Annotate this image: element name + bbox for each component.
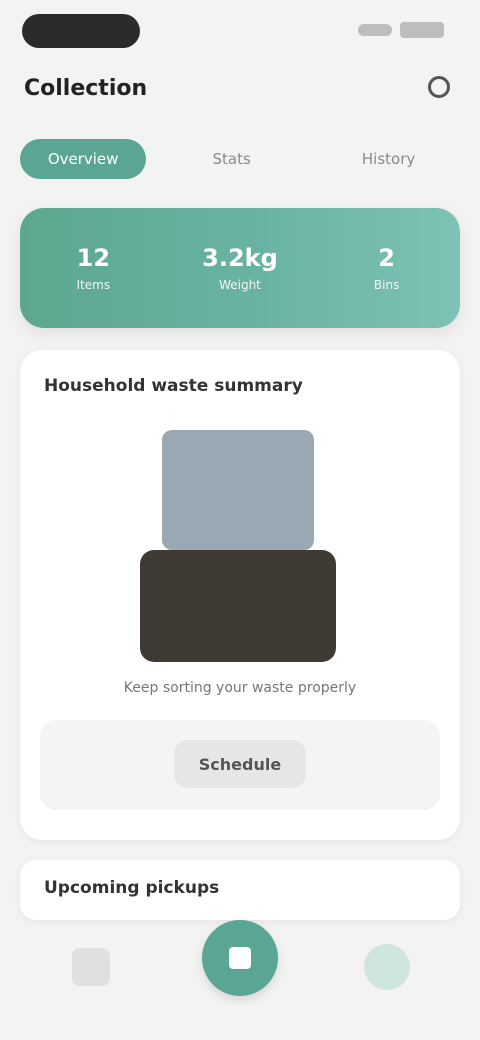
bottom-navigation	[0, 920, 480, 1040]
page-title: Collection	[24, 76, 148, 101]
stat-value: 3.2kg	[202, 244, 278, 272]
stat-items: 12 Items	[33, 244, 153, 292]
tab-stats[interactable]: Stats	[160, 139, 303, 179]
trash-bin-illustration	[140, 430, 336, 662]
add-icon	[229, 947, 251, 969]
caption: Keep sorting your waste properly	[123, 680, 357, 696]
trash-lid	[162, 430, 314, 550]
status-icons	[358, 22, 444, 38]
content-card: Household waste summary Keep sorting you…	[20, 350, 460, 840]
camera-pill	[22, 14, 140, 48]
section-title: Upcoming pickups	[44, 878, 220, 898]
action-area: Schedule	[40, 720, 440, 810]
stat-value: 2	[378, 244, 395, 272]
header: Collection	[0, 62, 480, 116]
stat-value: 12	[76, 244, 111, 272]
home-icon[interactable]	[72, 948, 110, 986]
tab-history[interactable]: History	[317, 139, 460, 179]
stat-label: Weight	[219, 278, 261, 292]
stat-bins: 2 Bins	[327, 244, 447, 292]
fab-button[interactable]	[202, 920, 278, 996]
tab-overview[interactable]: Overview	[20, 139, 147, 179]
trash-body	[140, 550, 336, 662]
upcoming-card: Upcoming pickups	[20, 860, 460, 920]
status-bar	[0, 0, 480, 60]
stat-weight: 3.2kg Weight	[180, 244, 300, 292]
schedule-button[interactable]: Schedule	[174, 740, 306, 788]
tab-bar: Overview Stats History	[20, 136, 460, 182]
summary-card: 12 Items 3.2kg Weight 2 Bins	[20, 208, 460, 328]
stat-label: Bins	[373, 278, 400, 292]
battery-icon	[400, 22, 444, 38]
signal-icon	[358, 24, 392, 36]
stat-label: Items	[76, 278, 111, 292]
profile-icon[interactable]	[364, 944, 410, 990]
settings-icon[interactable]	[428, 76, 450, 98]
section-title: Household waste summary	[44, 376, 303, 396]
